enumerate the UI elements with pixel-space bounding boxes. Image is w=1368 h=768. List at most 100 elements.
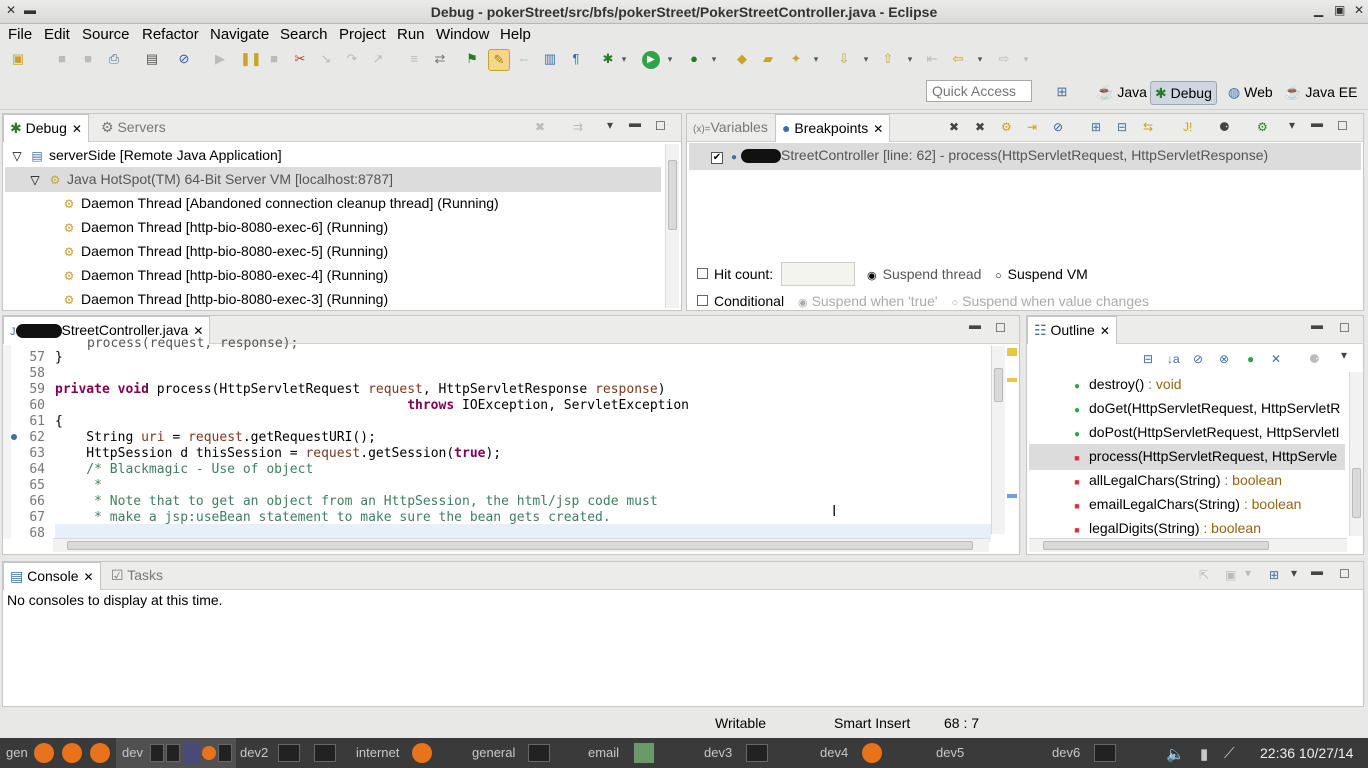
open-type-icon[interactable]: ▤ bbox=[144, 51, 160, 67]
scroll-thumb[interactable] bbox=[668, 160, 677, 230]
firefox-icon[interactable] bbox=[62, 743, 82, 763]
hit-count-checkbox[interactable] bbox=[697, 268, 708, 279]
terminal-icon[interactable] bbox=[1094, 744, 1116, 762]
sort-icon[interactable]: ↓a bbox=[1167, 352, 1180, 366]
paragraph-icon[interactable]: ¶ bbox=[568, 51, 584, 67]
workspace-dev[interactable]: dev bbox=[122, 745, 143, 760]
eclipse-icon[interactable] bbox=[184, 742, 200, 764]
maximize-view-icon[interactable]: ☐ bbox=[995, 321, 1006, 335]
step-return-icon[interactable]: ↗ bbox=[370, 51, 386, 67]
outline-item[interactable]: ■ allLegalChars(String) : boolean bbox=[1029, 468, 1345, 494]
show-whitespace-icon[interactable]: ▥ bbox=[542, 51, 558, 67]
print-icon[interactable]: ⎙ bbox=[106, 51, 122, 67]
save-icon[interactable]: ■ bbox=[54, 51, 70, 67]
workspace-dev4[interactable]: dev4 bbox=[820, 745, 848, 760]
close-icon[interactable]: ✕ bbox=[873, 122, 883, 136]
overview-breakpoint-icon[interactable] bbox=[1007, 494, 1017, 498]
next-annotation-icon[interactable]: ⇩ bbox=[836, 51, 852, 67]
hit-count-input[interactable] bbox=[781, 262, 855, 286]
hide-nonpublic-icon[interactable]: ● bbox=[1247, 352, 1254, 366]
disconnect-icon[interactable]: ✂ bbox=[292, 51, 308, 67]
last-edit-icon[interactable]: ⇤ bbox=[924, 51, 940, 67]
import-icon[interactable]: ⚈ bbox=[1219, 120, 1230, 134]
breakpoint-entry[interactable]: ✔ ● StreetController [line: 62] - process(… bbox=[689, 143, 1361, 170]
hide-fields-icon[interactable]: ⊘ bbox=[1193, 352, 1203, 366]
view-menu-icon[interactable]: ▾ bbox=[607, 118, 613, 132]
terminate-icon[interactable]: ■ bbox=[266, 51, 282, 67]
link-editor-icon[interactable]: ⚈ bbox=[1309, 352, 1320, 366]
perspective-web[interactable]: ◍ Web bbox=[1224, 81, 1277, 105]
resume-icon[interactable]: ▶ bbox=[212, 51, 228, 67]
tab-outline[interactable]: ☷ Outline ✕ bbox=[1027, 316, 1117, 344]
thread-item[interactable]: ⚙ Daemon Thread [http-bio-8080-exec-3] (R… bbox=[61, 287, 389, 312]
tab-tasks[interactable]: ☑ Tasks bbox=[105, 562, 169, 590]
launch-node[interactable]: ▽ ▤ serverSide [Remote Java Application] bbox=[9, 143, 281, 168]
menu-source[interactable]: Source bbox=[82, 26, 130, 43]
outline-item[interactable]: ● doPost(HttpServletRequest, HttpServletI bbox=[1029, 420, 1345, 447]
run-icon[interactable]: ▶ bbox=[642, 51, 660, 69]
minimize-view-icon[interactable]: ▬ bbox=[629, 116, 641, 130]
firefox-icon[interactable] bbox=[202, 746, 216, 760]
perspective-java[interactable]: ☕ Java bbox=[1092, 81, 1151, 105]
volume-icon[interactable]: 🔈 bbox=[1166, 745, 1185, 763]
menu-window[interactable]: Window bbox=[436, 26, 489, 43]
perspective-javaee[interactable]: ☕ Java EE bbox=[1280, 81, 1361, 105]
scroll-thumb[interactable] bbox=[1352, 468, 1361, 518]
display-console-icon[interactable]: ▣ bbox=[1225, 568, 1236, 582]
overview-warning-icon[interactable] bbox=[1007, 378, 1017, 382]
next-annotation-dropdown-icon[interactable]: ▾ bbox=[858, 51, 874, 67]
terminal-icon[interactable] bbox=[528, 744, 550, 762]
collapse-all-icon[interactable]: ⊟ bbox=[1143, 352, 1153, 366]
menu-search[interactable]: Search bbox=[280, 26, 328, 43]
thread-item[interactable]: ⚙ Daemon Thread [Abandoned connection cle… bbox=[61, 191, 499, 216]
vm-node[interactable]: ▽ ⚙ Java HotSpot(TM) 64-Bit Server VM [loc… bbox=[5, 167, 661, 192]
workspace-internet[interactable]: internet bbox=[356, 745, 399, 760]
external-dropdown-icon[interactable]: ▾ bbox=[706, 51, 722, 67]
firefox-icon[interactable] bbox=[34, 743, 54, 763]
debug-vscroll[interactable] bbox=[665, 144, 679, 308]
step-into-icon[interactable]: ↘ bbox=[318, 51, 334, 67]
terminal-icon[interactable] bbox=[746, 744, 768, 762]
menu-help[interactable]: Help bbox=[500, 26, 531, 43]
view-menu-icon[interactable]: ▾ bbox=[1289, 118, 1295, 132]
maximize-view-icon[interactable]: ☐ bbox=[1337, 119, 1348, 133]
terminal-icon[interactable] bbox=[314, 744, 336, 762]
menu-navigate[interactable]: Navigate bbox=[210, 26, 269, 43]
forward-icon[interactable]: ⇨ bbox=[996, 51, 1012, 67]
thread-item[interactable]: ⚙ Daemon Thread [http-bio-8080-exec-6] (R… bbox=[61, 215, 389, 240]
skip-all-icon[interactable]: ⊘ bbox=[1053, 120, 1063, 134]
back-dropdown-icon[interactable]: ▾ bbox=[972, 51, 988, 67]
outline-item[interactable]: ■ emailLegalChars(String) : boolean bbox=[1029, 492, 1345, 518]
skip-breakpoints-icon[interactable]: ⊘ bbox=[176, 51, 192, 67]
firefox-icon[interactable] bbox=[862, 743, 882, 763]
outline-vscroll[interactable] bbox=[1349, 372, 1363, 536]
suspend-thread-radio[interactable]: ◉ Suspend thread bbox=[867, 262, 981, 288]
run-external-tool-icon[interactable]: ● bbox=[686, 51, 702, 67]
conditional-checkbox[interactable] bbox=[697, 295, 708, 306]
close-icon[interactable]: ✕ bbox=[72, 122, 82, 136]
minimize-icon[interactable]: ▁ bbox=[1314, 3, 1323, 17]
previous-annotation-icon[interactable]: ⇧ bbox=[880, 51, 896, 67]
collapse-all-icon[interactable]: ⊟ bbox=[1117, 120, 1127, 134]
overview-warning-icon[interactable] bbox=[1007, 348, 1017, 356]
collapse-icon[interactable]: ▽ bbox=[9, 144, 25, 168]
open-perspective-icon[interactable]: ⊞ bbox=[1054, 84, 1070, 100]
menu-refactor[interactable]: Refactor bbox=[142, 26, 199, 43]
thread-item[interactable]: ⚙ Daemon Thread [http-bio-8080-exec-5] (R… bbox=[61, 239, 389, 264]
scroll-thumb[interactable] bbox=[994, 368, 1003, 402]
hide-local-types-icon[interactable]: ✕ bbox=[1271, 352, 1281, 366]
terminal-icon[interactable] bbox=[218, 744, 232, 762]
maximize-icon[interactable]: ▣ bbox=[1334, 3, 1345, 17]
step-over-icon[interactable]: ↷ bbox=[344, 51, 360, 67]
battery-icon[interactable]: ▮ bbox=[1200, 745, 1208, 763]
new-package-icon[interactable]: ◆ bbox=[734, 51, 750, 67]
tab-breakpoints[interactable]: ● Breakpoints ✕ bbox=[775, 114, 891, 142]
go-to-file-icon[interactable]: ⇥ bbox=[1027, 120, 1037, 134]
breakpoint-checkbox[interactable]: ✔ bbox=[711, 152, 723, 164]
close-icon[interactable]: ✕ bbox=[84, 570, 94, 584]
tab-debug[interactable]: ✱ Debug ✕ bbox=[3, 114, 89, 142]
debug-toolbar-icon[interactable]: ⇉ bbox=[573, 120, 583, 134]
tab-console[interactable]: ▤ Console ✕ bbox=[3, 562, 101, 590]
email-app-icon[interactable] bbox=[634, 743, 654, 763]
debug-run-icon[interactable]: ✱ bbox=[600, 51, 616, 67]
